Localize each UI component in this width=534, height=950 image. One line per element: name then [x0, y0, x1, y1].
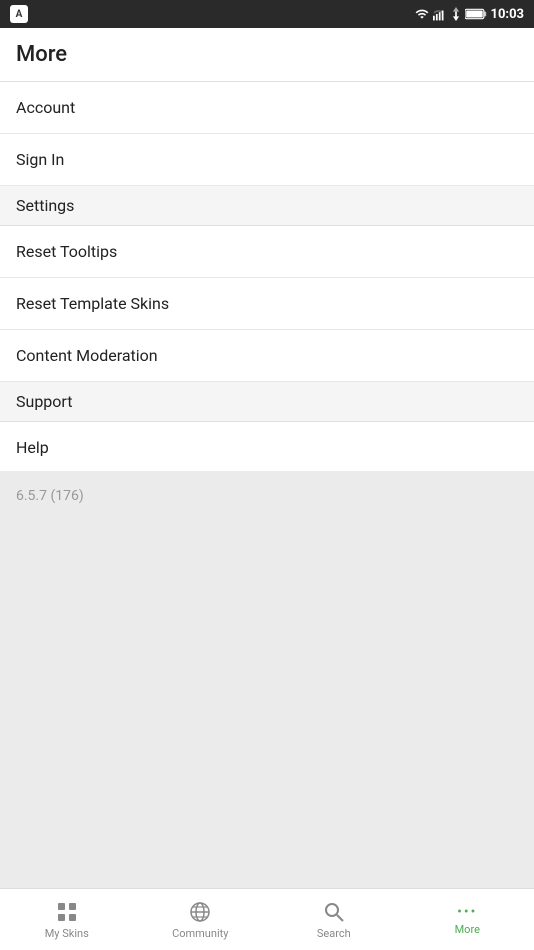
menu-item-label-account: Account — [16, 98, 75, 117]
nav-label-more: More — [455, 923, 480, 936]
bottom-nav: My Skins Community Search ••• More — [0, 888, 534, 950]
menu-item-label-help: Help — [16, 438, 49, 457]
page-header: More — [0, 28, 534, 82]
battery-icon — [465, 7, 487, 21]
menu-item-reset-template-skins[interactable]: Reset Template Skins — [0, 278, 534, 330]
status-bar: A 10:03 — [0, 0, 534, 28]
wifi-icon — [415, 7, 429, 21]
menu-item-content-moderation[interactable]: Content Moderation — [0, 330, 534, 382]
page-title: More — [16, 42, 67, 67]
dots-icon: ••• — [457, 904, 477, 920]
menu-item-label-sign-in: Sign In — [16, 150, 64, 169]
status-time: 10:03 — [491, 7, 525, 22]
menu-item-help[interactable]: Help — [0, 422, 534, 471]
nav-item-my-skins[interactable]: My Skins — [0, 889, 134, 950]
status-bar-right: 10:03 — [415, 7, 525, 22]
nav-label-search: Search — [317, 927, 351, 940]
nav-label-my-skins: My Skins — [45, 927, 89, 940]
menu-item-label-reset-template-skins: Reset Template Skins — [16, 294, 169, 313]
version-text: 6.5.7 (176) — [16, 488, 84, 504]
menu-item-label-content-moderation: Content Moderation — [16, 346, 158, 365]
nav-item-community[interactable]: Community — [134, 889, 268, 950]
menu-item-reset-tooltips[interactable]: Reset Tooltips — [0, 226, 534, 278]
menu-section-settings: Settings — [0, 186, 534, 226]
search-icon — [322, 900, 346, 924]
globe-icon — [188, 900, 212, 924]
menu-item-account[interactable]: Account — [0, 82, 534, 134]
menu-section-label-support: Support — [16, 392, 72, 411]
menu-list: Account Sign In Settings Reset Tooltips Rese… — [0, 82, 534, 471]
nav-item-search[interactable]: Search — [267, 889, 401, 950]
signal-icon — [433, 7, 447, 21]
app-icon: A — [10, 5, 28, 23]
data-icon — [451, 7, 461, 21]
nav-item-more[interactable]: ••• More — [401, 889, 534, 950]
menu-section-support: Support — [0, 382, 534, 422]
menu-item-label-reset-tooltips: Reset Tooltips — [16, 242, 117, 261]
version-section: 6.5.7 (176) — [0, 471, 534, 888]
nav-label-community: Community — [172, 927, 228, 940]
menu-section-label-settings: Settings — [16, 196, 74, 215]
status-bar-left: A — [10, 5, 28, 23]
skins-icon — [55, 900, 79, 924]
menu-item-sign-in[interactable]: Sign In — [0, 134, 534, 186]
